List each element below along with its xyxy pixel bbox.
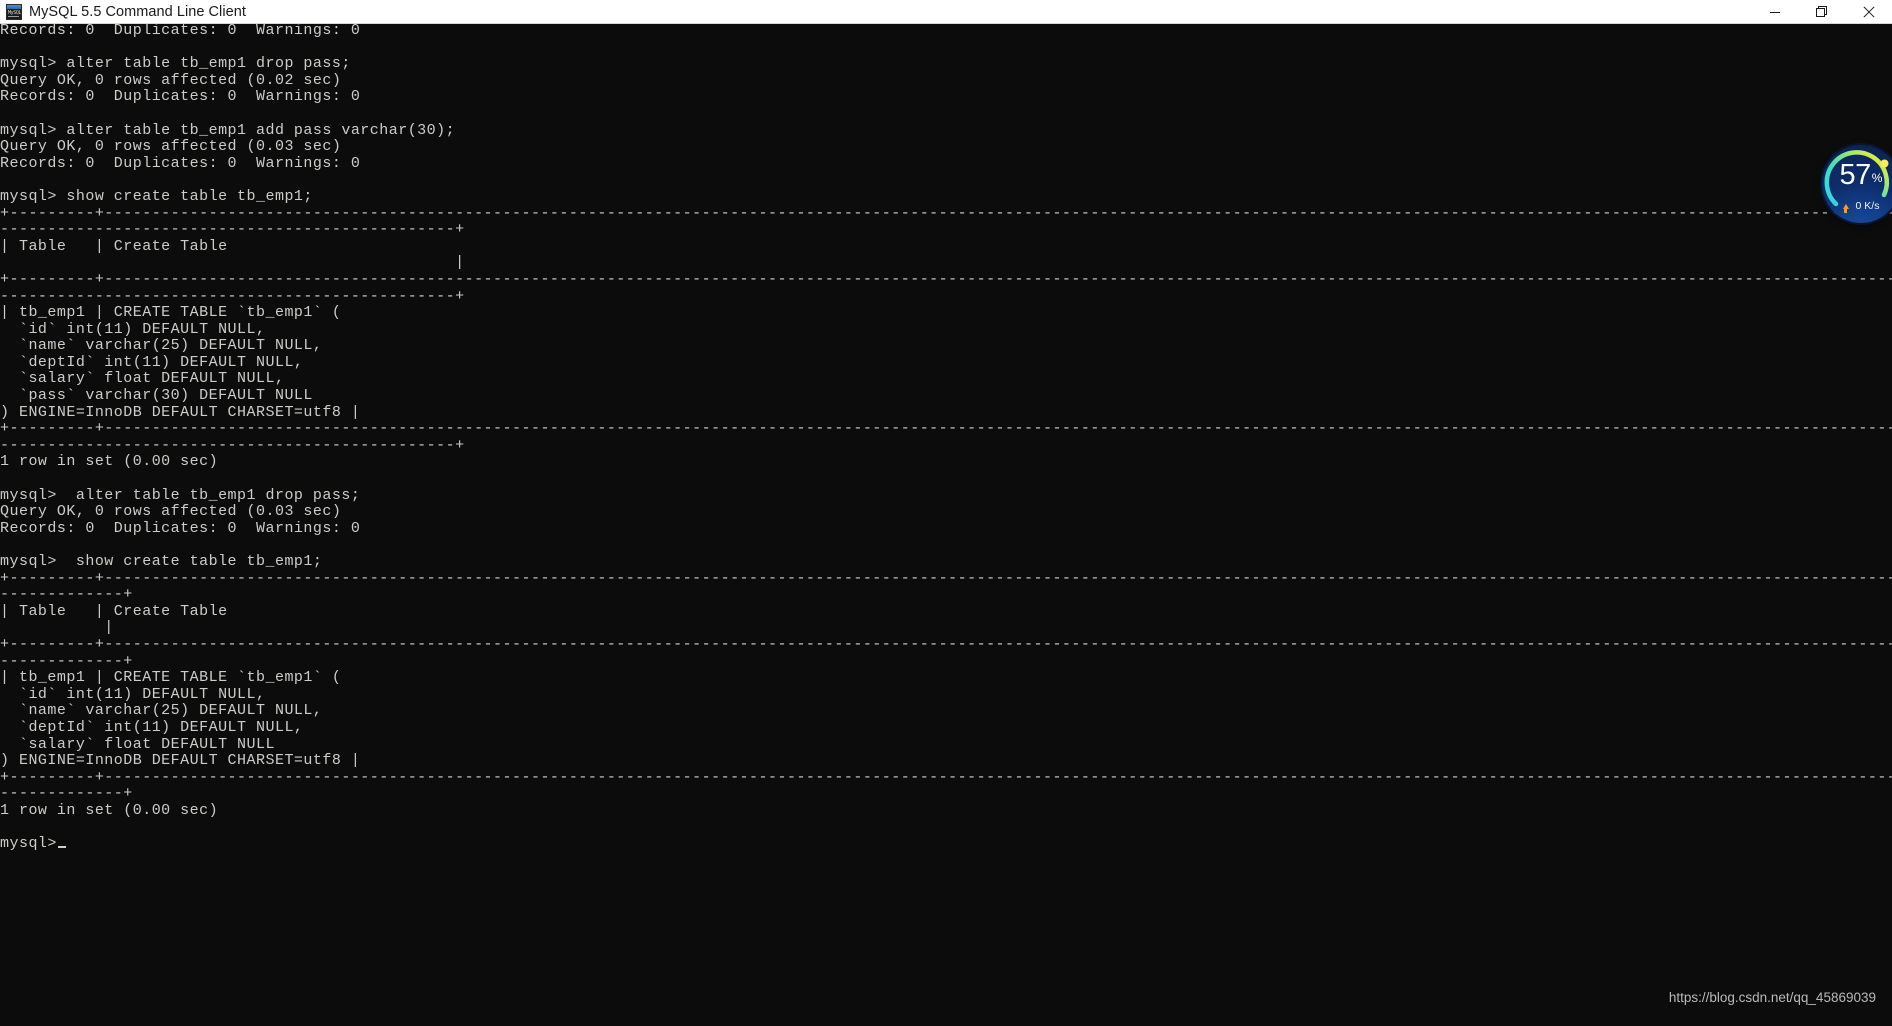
usage-percent-value: 57 [1839, 159, 1872, 191]
terminal-console[interactable]: Records: 0 Duplicates: 0 Warnings: 0 mys… [0, 24, 1892, 1026]
mysql-icon-bar [7, 4, 21, 9]
terminal-cursor [57, 846, 66, 849]
close-button[interactable] [1845, 0, 1892, 23]
watermark-url: https://blog.csdn.net/qq_45869039 [1668, 990, 1876, 1005]
transfer-rate-value: 0 K/s [1855, 200, 1880, 212]
upload-arrow-icon [1842, 203, 1849, 213]
minimize-button[interactable] [1751, 0, 1798, 23]
title-bar[interactable]: MySQL MySQL 5.5 Command Line Client [0, 0, 1892, 24]
usage-percent: 57% [1822, 161, 1892, 190]
network-speed-widget[interactable]: 57% 0 K/s [1822, 145, 1892, 223]
restore-button[interactable] [1798, 0, 1845, 23]
mysql-icon-underline [8, 15, 19, 17]
console-output: Records: 0 Duplicates: 0 Warnings: 0 mys… [0, 24, 1892, 853]
window-controls [1751, 0, 1892, 23]
window-title: MySQL 5.5 Command Line Client [29, 3, 246, 20]
mysql-icon: MySQL [6, 3, 22, 20]
mysql-command-line-window: MySQL MySQL 5.5 Command Line Client Reco… [0, 0, 1892, 1026]
usage-percent-sign: % [1871, 171, 1883, 185]
transfer-rate-row: 0 K/s [1822, 200, 1892, 213]
